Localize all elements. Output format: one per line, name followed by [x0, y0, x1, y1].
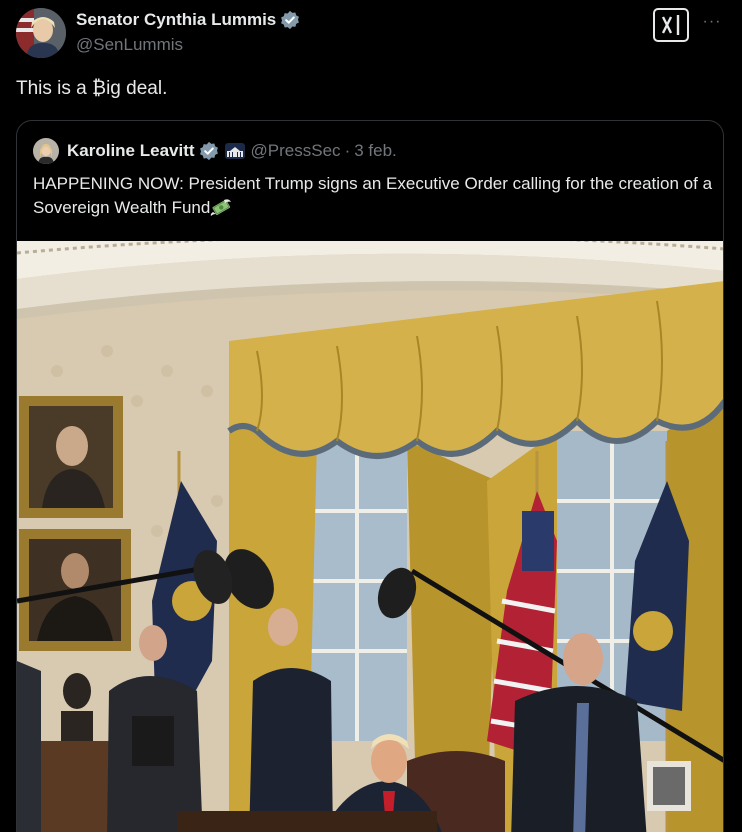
quoted-author-name[interactable]: Karoline Leavitt — [67, 141, 195, 161]
money-with-wings-icon — [210, 198, 232, 216]
quoted-post-text-block: HAPPENING NOW: President Trump signs an … — [33, 172, 713, 220]
quoted-verified-badge-icon — [199, 141, 219, 161]
quoted-author-handle[interactable]: @PressSec — [251, 141, 341, 161]
author-info: Senator Cynthia Lummis @SenLummis — [76, 9, 300, 55]
quoted-post-text: HAPPENING NOW: President Trump signs an … — [33, 174, 713, 217]
quoted-post-header: Karoline Leavitt @PressSec · 3 feb. — [33, 137, 397, 165]
grok-icon[interactable] — [653, 8, 689, 42]
separator-dot: · — [344, 141, 351, 160]
oval-office-photo[interactable] — [17, 234, 723, 832]
white-house-affiliate-icon[interactable] — [224, 143, 245, 159]
more-options-icon[interactable]: ··· — [700, 10, 724, 34]
quoted-post-date[interactable]: 3 feb. — [354, 141, 397, 161]
quoted-author-avatar[interactable] — [33, 138, 59, 164]
quoted-post[interactable]: Karoline Leavitt @PressSec · 3 feb. HAPP — [16, 120, 724, 832]
post-text: This is a ₿ig deal. — [16, 78, 168, 99]
author-avatar[interactable] — [16, 8, 66, 58]
post-card: Senator Cynthia Lummis @SenLummis ··· Th… — [0, 0, 742, 832]
author-handle[interactable]: @SenLummis — [76, 35, 300, 55]
verified-badge-icon — [280, 10, 300, 30]
author-name[interactable]: Senator Cynthia Lummis — [76, 10, 276, 30]
